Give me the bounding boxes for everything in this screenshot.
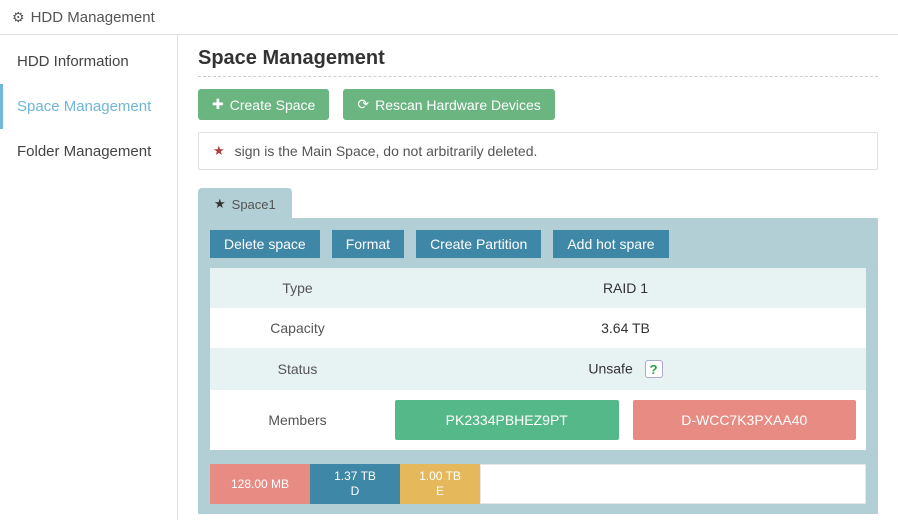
table-row: Members PK2334PBHEZ9PT D-WCC7K3PXAA40 [210,390,866,450]
member-disk[interactable]: D-WCC7K3PXAA40 [633,400,857,440]
star-icon: ★ [213,143,225,159]
table-row: Capacity 3.64 TB [210,308,866,348]
format-button[interactable]: Format [332,230,404,258]
divider [198,76,878,77]
alloc-letter: D [351,484,360,499]
space-properties-table: Type RAID 1 Capacity 3.64 TB Status Unsa… [210,268,866,450]
tab-space1[interactable]: ★ Space1 [198,188,292,218]
help-icon[interactable]: ? [645,360,663,378]
rescan-button[interactable]: ⟳ Rescan Hardware Devices [343,89,554,120]
refresh-icon: ⟳ [357,96,369,113]
prop-label-status: Status [210,348,385,390]
content: Space Management ✚ Create Space ⟳ Rescan… [178,35,898,520]
delete-space-button[interactable]: Delete space [210,230,320,258]
table-row: Type RAID 1 [210,268,866,308]
titlebar: ⚙ HDD Management [0,0,898,35]
sidebar-item-folder-management[interactable]: Folder Management [0,129,177,174]
prop-label-type: Type [210,268,385,308]
sidebar: HDD Information Space Management Folder … [0,35,178,520]
prop-value-capacity: 3.64 TB [385,308,866,348]
sidebar-item-hdd-information[interactable]: HDD Information [0,39,177,84]
rescan-label: Rescan Hardware Devices [375,97,541,113]
create-space-label: Create Space [230,97,316,113]
create-space-button[interactable]: ✚ Create Space [198,89,329,120]
prop-value-type: RAID 1 [385,268,866,308]
table-row: Status Unsafe ? [210,348,866,390]
prop-value-status: Unsafe ? [385,348,866,390]
create-partition-button[interactable]: Create Partition [416,230,541,258]
tab-label: Space1 [232,197,276,212]
alloc-size: 1.37 TB [334,469,376,484]
sidebar-item-space-management[interactable]: Space Management [0,84,177,129]
page-title: Space Management [198,47,878,70]
plus-icon: ✚ [212,96,224,113]
info-note-text: sign is the Main Space, do not arbitrari… [235,143,538,159]
app-title: HDD Management [31,9,155,26]
star-icon: ★ [214,196,226,212]
space-panel: Delete space Format Create Partition Add… [198,218,878,514]
alloc-size: 128.00 MB [231,477,289,492]
alloc-segment[interactable]: 128.00 MB [210,464,310,504]
alloc-size: 1.00 TB [419,469,461,484]
allocation-bar: 128.00 MB 1.37 TB D 1.00 TB E [210,464,866,504]
alloc-segment[interactable]: 1.37 TB D [310,464,400,504]
add-hot-spare-button[interactable]: Add hot spare [553,230,668,258]
prop-label-capacity: Capacity [210,308,385,348]
info-note: ★ sign is the Main Space, do not arbitra… [198,132,878,170]
member-disk[interactable]: PK2334PBHEZ9PT [395,400,619,440]
prop-label-members: Members [210,390,385,450]
gear-icon: ⚙ [12,9,25,26]
alloc-free [480,464,866,504]
status-text: Unsafe [588,361,632,377]
alloc-letter: E [436,484,444,499]
alloc-segment[interactable]: 1.00 TB E [400,464,480,504]
